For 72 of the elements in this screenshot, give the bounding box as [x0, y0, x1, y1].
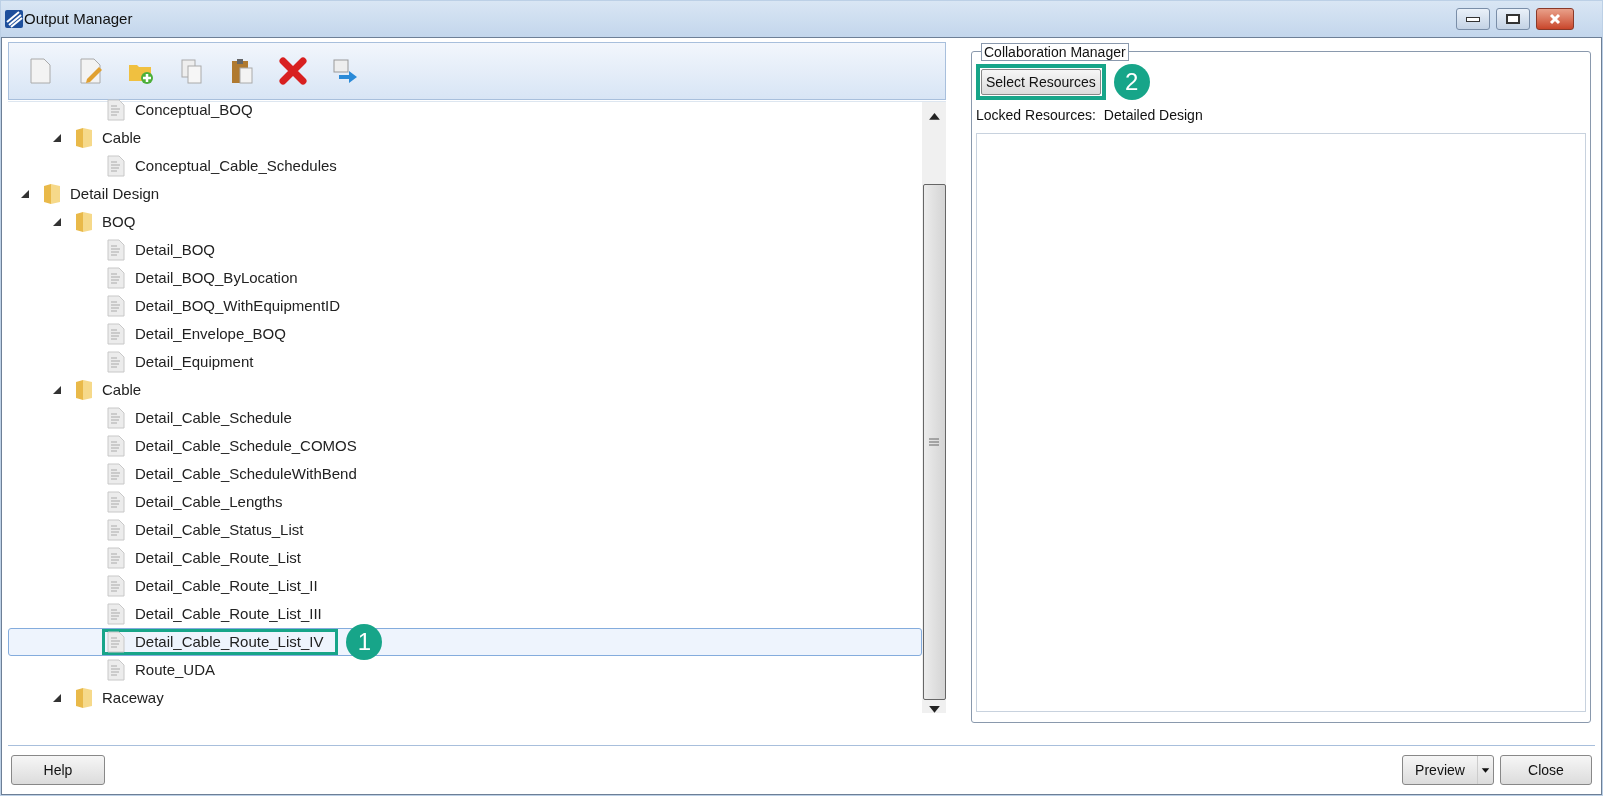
locked-resources-value: Detailed Design	[1103, 106, 1203, 125]
expand-triangle-icon[interactable]	[53, 218, 61, 226]
callout-number: 1	[346, 624, 383, 660]
report-file-icon	[107, 491, 125, 513]
report-item[interactable]: Detail_BOQ_ByLocation	[135, 266, 298, 290]
preview-label[interactable]: Preview	[1403, 756, 1477, 784]
folder-icon	[75, 687, 93, 709]
report-item[interactable]: Conceptual_BOQ	[135, 98, 253, 122]
report-file-icon	[107, 575, 125, 597]
report-file-icon	[107, 603, 125, 625]
report-file-icon	[107, 519, 125, 541]
report-item[interactable]: Detail_Equipment	[135, 350, 254, 374]
report-file-icon	[107, 267, 125, 289]
close-window-button[interactable]	[1536, 8, 1574, 30]
folder-icon	[75, 211, 93, 233]
report-item[interactable]: Conceptual_Cable_Schedules	[135, 154, 337, 178]
report-item[interactable]: Detail_Envelope_BOQ	[135, 322, 286, 346]
expand-triangle-icon[interactable]	[53, 386, 61, 394]
report-item[interactable]: Detail_Cable_Route_List_III	[135, 602, 322, 626]
report-file-icon	[107, 407, 125, 429]
report-file-icon	[107, 99, 125, 121]
export-image-icon[interactable]	[331, 57, 359, 85]
folder-label[interactable]: Cable	[102, 126, 142, 150]
scroll-up-arrow-icon[interactable]	[928, 113, 940, 120]
expand-triangle-icon[interactable]	[53, 694, 61, 702]
report-item[interactable]: Detail_Cable_Status_List	[135, 518, 304, 542]
folder-icon	[75, 127, 93, 149]
scroll-down-arrow-icon[interactable]	[928, 706, 940, 713]
scrollbar-thumb[interactable]	[922, 183, 946, 701]
report-file-icon	[107, 351, 125, 373]
report-file-icon	[107, 631, 125, 653]
scrollbar[interactable]	[922, 102, 946, 713]
folder-label[interactable]: BOQ	[102, 210, 136, 234]
group-title: Collaboration Manager	[981, 43, 1129, 61]
report-file-icon	[107, 239, 125, 261]
report-file-icon	[107, 435, 125, 457]
report-item[interactable]: Detail_Cable_ScheduleWithBend	[135, 462, 357, 486]
report-file-icon	[107, 323, 125, 345]
report-file-icon	[107, 295, 125, 317]
window-title: Output Manager	[24, 8, 133, 29]
report-item[interactable]: Detail_Cable_Lengths	[135, 490, 283, 514]
folder-label[interactable]: Raceway	[102, 686, 164, 710]
close-button[interactable]: Close	[1500, 755, 1592, 785]
report-item[interactable]: Detail_BOQ_WithEquipmentID	[135, 294, 341, 318]
select-resources-button[interactable]: Select Resources	[981, 69, 1101, 95]
folder-icon	[43, 183, 61, 205]
app-logo-icon	[5, 10, 23, 28]
report-item[interactable]: Route_UDA	[135, 658, 216, 682]
close-icon	[1549, 13, 1561, 25]
locked-resources-label: Locked Resources:	[976, 106, 1096, 125]
help-button[interactable]: Help	[11, 755, 105, 785]
report-item[interactable]: Detail_Cable_Schedule	[135, 406, 292, 430]
report-item[interactable]: Detail_Cable_Schedule_COMOS	[135, 434, 357, 458]
folder-icon	[75, 379, 93, 401]
grip-icon	[929, 438, 939, 446]
report-file-icon	[107, 155, 125, 177]
delete-icon[interactable]	[279, 57, 307, 85]
report-file-icon	[107, 659, 125, 681]
folder-label[interactable]: Detail Design	[70, 182, 160, 206]
folder-label[interactable]: Cable	[102, 378, 142, 402]
report-file-icon	[107, 547, 125, 569]
callout-number: 2	[1113, 64, 1150, 100]
report-file-icon	[107, 463, 125, 485]
minimize-button[interactable]	[1456, 8, 1490, 30]
expand-triangle-icon[interactable]	[21, 190, 29, 198]
preview-split-button[interactable]: Preview	[1402, 755, 1494, 785]
report-item[interactable]: Detail_Cable_Route_List	[135, 546, 301, 570]
paste-icon[interactable]	[229, 57, 255, 85]
report-item[interactable]: Detail_Cable_Route_List_II	[135, 574, 318, 598]
report-item[interactable]: Detail_BOQ	[135, 238, 216, 262]
maximize-button[interactable]	[1496, 8, 1530, 30]
expand-triangle-icon[interactable]	[53, 134, 61, 142]
